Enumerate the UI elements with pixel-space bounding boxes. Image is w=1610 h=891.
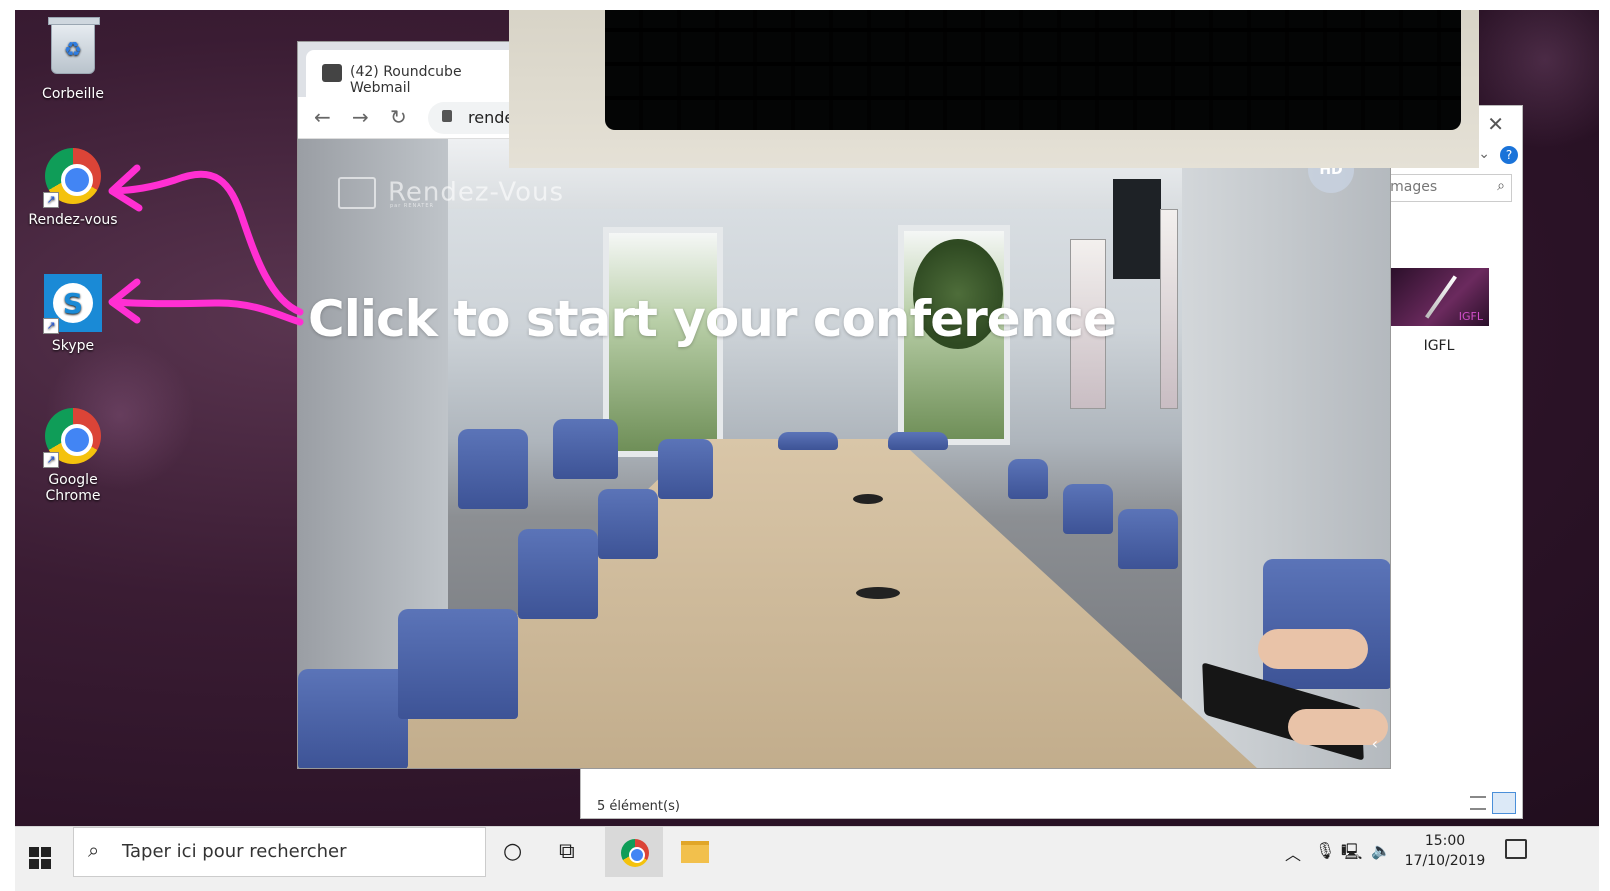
reload-icon[interactable]: ↻: [390, 105, 407, 129]
desktop-icon-label: Rendez-vous: [28, 212, 118, 228]
folder-item-thumbnail[interactable]: IGFL: [1389, 268, 1489, 326]
explorer-search-input[interactable]: Images ⌕: [1377, 174, 1512, 202]
chevron-up-icon[interactable]: ︿: [1285, 841, 1301, 865]
video-chair: [458, 429, 528, 509]
help-icon[interactable]: ?: [1500, 146, 1518, 164]
chrome-icon[interactable]: [621, 839, 649, 867]
desktop: ♻ Corbeille ↗ Rendez-vous S ↗ Skype ↗ Goo…: [15, 10, 1599, 891]
large-icons-view-icon[interactable]: [1492, 792, 1516, 814]
self-view-keyboard: [605, 10, 1461, 130]
taskbar: ⌕ Taper ici pour rechercher ○ ⧉ ︿ 🎙 🖳 🔈 …: [15, 826, 1599, 891]
taskbar-search-placeholder: Taper ici pour rechercher: [122, 841, 347, 862]
desktop-icon-label: Skype: [51, 338, 95, 354]
microphone-icon[interactable]: 🎙: [1315, 841, 1335, 860]
recycle-bin-icon: ♻: [43, 17, 103, 82]
video-tv: [1113, 179, 1161, 279]
shortcut-arrow-icon: ↗: [43, 318, 59, 334]
tab-title: (42) Roundcube Webmail: [350, 64, 462, 96]
close-icon[interactable]: ✕: [1487, 112, 1504, 136]
file-explorer-icon[interactable]: [681, 841, 709, 863]
video-chair: [298, 669, 408, 768]
notification-icon[interactable]: [1505, 839, 1527, 859]
clock-date: 17/10/2019: [1404, 853, 1486, 869]
back-icon[interactable]: ←: [314, 105, 331, 129]
explorer-search-placeholder: Images: [1386, 179, 1438, 195]
forward-icon[interactable]: →: [352, 105, 369, 129]
rendez-vous-logo: Rendez-Vous par RENATER: [338, 177, 564, 209]
video-chair: [518, 529, 598, 619]
desktop-icon-recycle-bin[interactable]: ♻ Corbeille: [23, 17, 123, 102]
task-view-icon[interactable]: ⧉: [559, 839, 575, 864]
desktop-icon-skype[interactable]: S ↗ Skype: [23, 274, 123, 354]
conference-video[interactable]: Rendez-Vous par RENATER HD ‹: [298, 139, 1390, 768]
chevron-left-icon[interactable]: ‹: [1372, 734, 1378, 753]
video-hand: [1258, 629, 1368, 669]
thumbnail-logo-text: IGFL: [1458, 310, 1483, 323]
shortcut-arrow-icon: ↗: [43, 452, 59, 468]
annotation-call-to-action: Click to start your conference: [308, 290, 1117, 348]
video-chair: [778, 432, 838, 450]
tab-roundcube[interactable]: (42) Roundcube Webmail: [306, 50, 526, 97]
status-bar-count: 5 élément(s): [597, 799, 680, 814]
desktop-icon-google-chrome[interactable]: ↗ Google Chrome: [23, 406, 123, 504]
video-microphone: [856, 587, 900, 599]
volume-icon[interactable]: 🔈: [1371, 841, 1391, 860]
video-microphone: [853, 494, 883, 504]
video-chair: [1008, 459, 1048, 499]
folder-item-label[interactable]: IGFL: [1389, 338, 1489, 354]
clock-time: 15:00: [1424, 833, 1466, 849]
self-view-video[interactable]: [509, 10, 1479, 168]
video-chair: [1063, 484, 1113, 534]
taskbar-search-input[interactable]: ⌕ Taper ici pour rechercher: [73, 827, 486, 877]
system-clock[interactable]: 15:00 17/10/2019: [1400, 831, 1490, 871]
desktop-icon-label: Corbeille: [42, 86, 104, 102]
video-chair: [658, 439, 713, 499]
video-chair: [1118, 509, 1178, 569]
search-icon: ⌕: [88, 838, 100, 862]
desktop-icon-rendez-vous[interactable]: ↗ Rendez-vous: [23, 146, 123, 228]
annotation-arrow-to-rendez-vous: [111, 170, 304, 316]
cortana-icon[interactable]: ○: [503, 839, 522, 864]
rendez-vous-logo-icon: [338, 177, 376, 209]
details-view-icon[interactable]: [1470, 796, 1486, 810]
chrome-icon: ↗: [43, 408, 103, 468]
video-chair: [598, 489, 658, 559]
address-text: rende: [468, 108, 515, 127]
chrome-icon: ↗: [43, 148, 103, 208]
video-chair: [888, 432, 948, 450]
shortcut-arrow-icon: ↗: [43, 192, 59, 208]
video-chair: [398, 609, 518, 719]
video-chair: [553, 419, 618, 479]
search-icon: ⌕: [1497, 178, 1505, 194]
chevron-down-icon[interactable]: ⌄: [1478, 146, 1490, 162]
annotation-arrow-to-skype: [111, 298, 304, 326]
lock-icon: [442, 110, 452, 122]
windows-start-icon[interactable]: [29, 847, 51, 869]
roundcube-icon: [322, 64, 342, 82]
skype-icon: S ↗: [43, 274, 103, 334]
network-icon[interactable]: 🖳: [1341, 841, 1362, 868]
video-chair: [1263, 559, 1390, 689]
video-poster: [1160, 209, 1178, 409]
desktop-icon-label: Google Chrome: [45, 472, 101, 504]
